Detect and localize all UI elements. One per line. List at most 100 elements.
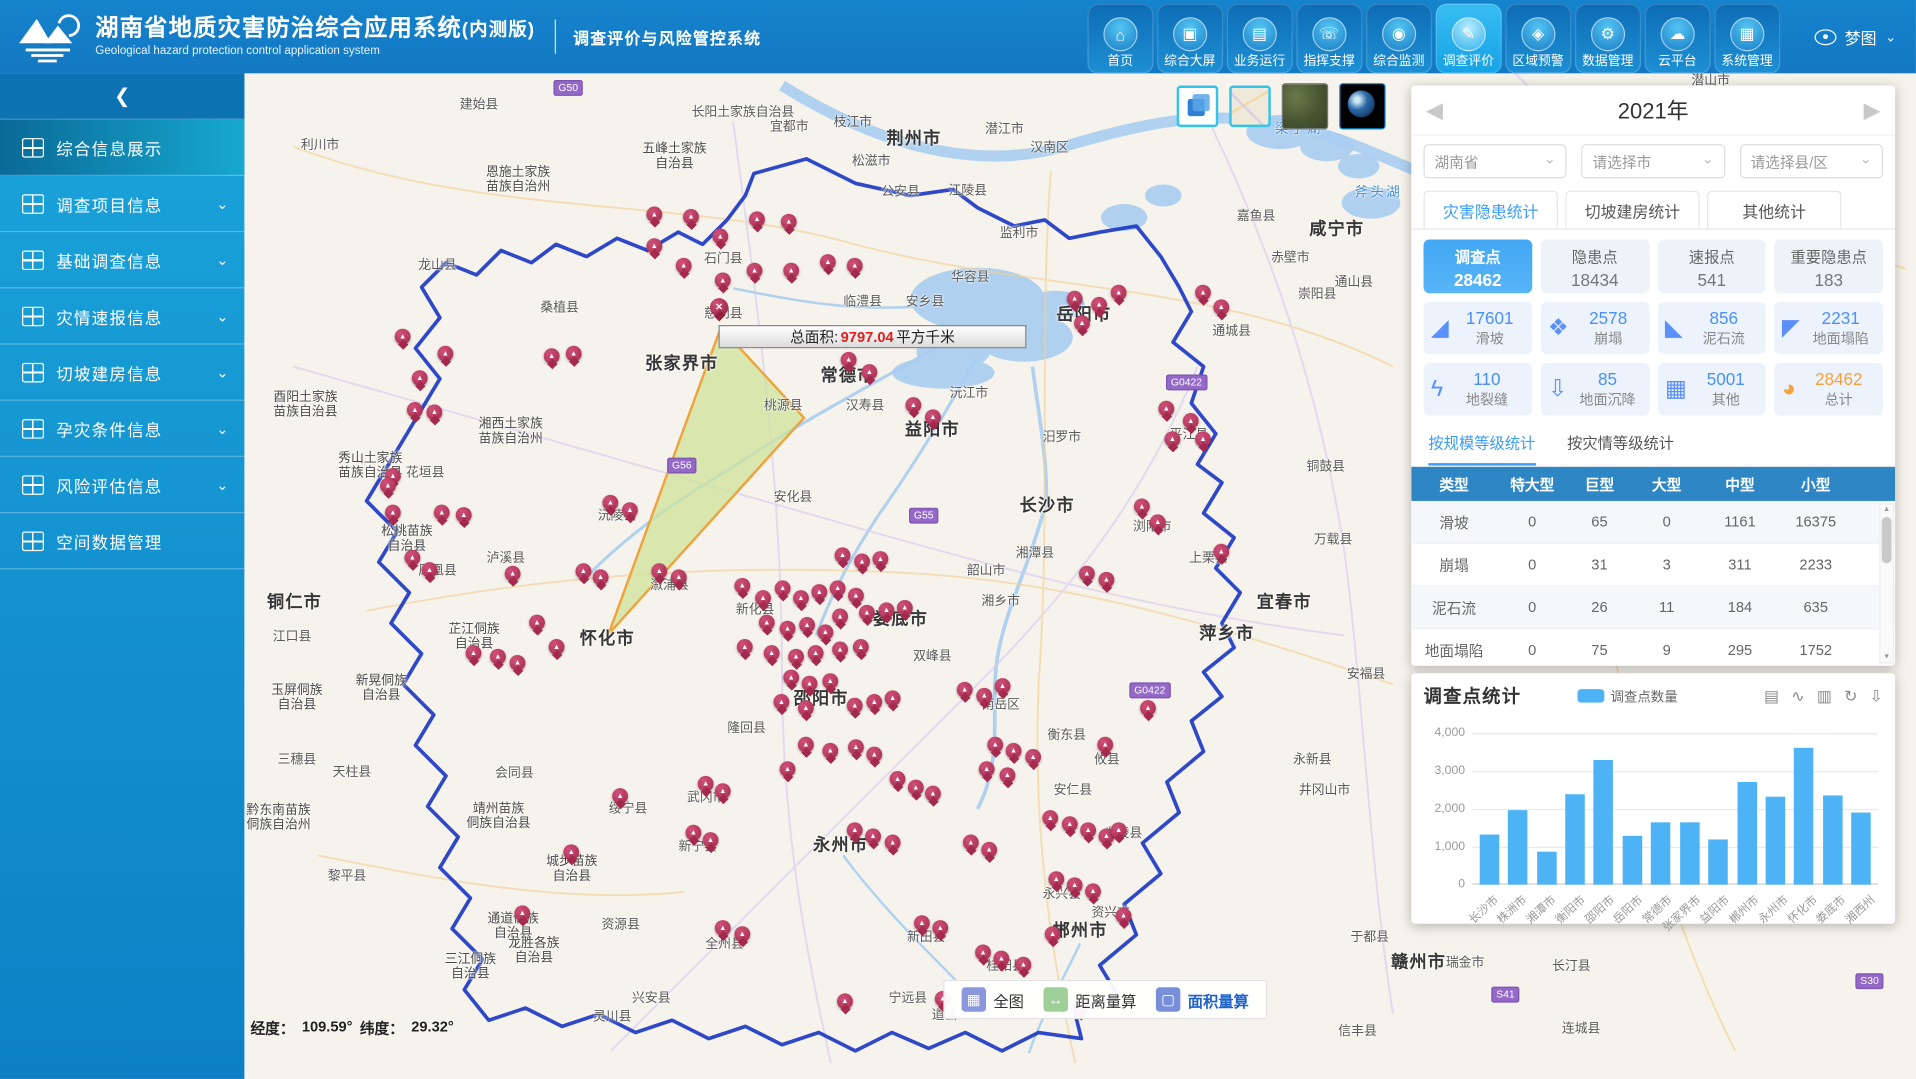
hazard-pin[interactable]: ▲ xyxy=(510,655,526,671)
bar-岳阳市[interactable] xyxy=(1622,836,1642,885)
bar-益阳市[interactable] xyxy=(1708,840,1728,885)
hazard-pin[interactable]: ▲ xyxy=(932,920,948,936)
hazard-pin[interactable]: ▲ xyxy=(885,835,901,851)
hazard-pin[interactable]: ▲ xyxy=(1097,737,1113,753)
hazard-pin[interactable]: ▲ xyxy=(1158,401,1174,417)
sidebar-collapse-button[interactable]: ❮ xyxy=(0,73,244,119)
bar-娄底市[interactable] xyxy=(1823,795,1843,885)
hazard-pin[interactable]: ▲ xyxy=(885,690,901,706)
hazard-pin[interactable]: ▲ xyxy=(865,828,881,844)
hazard-pin[interactable]: ▲ xyxy=(995,678,1011,694)
hazard-pin[interactable]: ▲ xyxy=(529,615,545,631)
download-icon[interactable]: ⇩ xyxy=(1870,686,1883,706)
bar-湘西州[interactable] xyxy=(1851,812,1871,884)
bar-湘潭市[interactable] xyxy=(1537,852,1557,885)
hazard-pin[interactable]: ▲ xyxy=(1213,544,1229,560)
hazard-pin[interactable]: ▲ xyxy=(1140,700,1156,716)
hazard-pin[interactable]: ▲ xyxy=(456,507,472,523)
hazard-pin[interactable]: ▲ xyxy=(1150,514,1166,530)
hazard-pin[interactable]: ▲ xyxy=(749,211,765,227)
hazard-pin[interactable]: ▲ xyxy=(783,670,799,686)
nav-item-home[interactable]: ⌂首页 xyxy=(1087,4,1153,74)
hazard-pin[interactable]: ▲ xyxy=(773,694,789,710)
sub-tab-0[interactable]: 按规模等级统计 xyxy=(1428,430,1535,465)
hazard-pin[interactable]: ▲ xyxy=(385,505,401,521)
stat-card-3[interactable]: 重要隐患点183 xyxy=(1775,239,1883,293)
hazard-pin[interactable]: ▲ xyxy=(602,495,618,511)
hazard-pin[interactable]: ▲ xyxy=(841,352,857,368)
hazard-pin[interactable]: ▲ xyxy=(1067,291,1083,307)
hazard-pin[interactable]: ▲ xyxy=(1195,285,1211,301)
hazard-pin[interactable]: ▲ xyxy=(1080,822,1096,838)
hazard-pin[interactable]: ▲ xyxy=(395,329,411,345)
table-row[interactable]: 崩塌03133112233 xyxy=(1411,544,1895,587)
hazard-pin[interactable]: ▲ xyxy=(651,563,667,579)
hazard-pin[interactable]: ▲ xyxy=(612,788,628,804)
hazard-pin[interactable]: ▲ xyxy=(622,502,638,518)
map-tool-distance[interactable]: ↔距离量算 xyxy=(1044,987,1137,1011)
prev-year-button[interactable]: ◀ xyxy=(1426,97,1443,123)
sidebar-item-7[interactable]: 空间数据管理 xyxy=(0,513,244,569)
hazard-pin[interactable]: ▲ xyxy=(993,951,1009,967)
hazard-pin[interactable]: ▲ xyxy=(975,945,991,961)
hazard-pin[interactable]: ▲ xyxy=(1074,315,1090,331)
sidebar-item-6[interactable]: 风险评估信息⌄ xyxy=(0,457,244,513)
nav-item-system[interactable]: ▦系统管理 xyxy=(1714,4,1780,74)
nav-item-screen[interactable]: ▣综合大屏 xyxy=(1157,4,1223,74)
hazard-pin[interactable]: ▲ xyxy=(897,600,913,616)
nav-item-command[interactable]: ☏指挥支撑 xyxy=(1296,4,1362,74)
sub-tab-1[interactable]: 按灾情等级统计 xyxy=(1567,430,1674,465)
line-chart-icon[interactable]: ∿ xyxy=(1791,686,1804,706)
hazard-pin[interactable]: ▲ xyxy=(1164,431,1180,447)
table-scrollbar[interactable]: ▲ ▼ xyxy=(1879,503,1894,663)
hazard-pin[interactable]: ▲ xyxy=(466,645,482,661)
hazard-pin[interactable]: ▲ xyxy=(1085,883,1101,899)
hazard-pin[interactable]: ▲ xyxy=(832,609,848,625)
hazard-pin[interactable]: ▲ xyxy=(925,786,941,802)
hazard-pin[interactable]: ▲ xyxy=(683,209,699,225)
map-tool-full[interactable]: ▦全图 xyxy=(962,987,1024,1011)
sidebar-item-1[interactable]: 调查项目信息⌄ xyxy=(0,176,244,232)
hazard-pin[interactable]: ▲ xyxy=(817,624,833,640)
stat-card-2[interactable]: 速报点541 xyxy=(1658,239,1766,293)
sidebar-item-5[interactable]: 孕灾条件信息⌄ xyxy=(0,401,244,457)
hazard-pin[interactable]: ▲ xyxy=(847,258,863,274)
hazard-pin[interactable]: ▲ xyxy=(822,673,838,689)
hazard-pin[interactable]: ▲ xyxy=(811,584,827,600)
hazard-pin[interactable]: ▲ xyxy=(646,238,662,254)
hazard-pin[interactable]: ▲ xyxy=(914,915,930,931)
hazard-pin[interactable]: ▲ xyxy=(544,348,560,364)
tab-0[interactable]: 灾害隐患统计 xyxy=(1424,191,1558,229)
hazard-pin[interactable]: ▲ xyxy=(514,905,530,921)
hazard-pin[interactable]: ▲ xyxy=(835,547,851,563)
hazard-pin[interactable]: ▲ xyxy=(1067,877,1083,893)
hazard-pin[interactable]: ▲ xyxy=(798,700,814,716)
hazard-pin[interactable]: ▲ xyxy=(593,569,609,585)
hazard-pin[interactable]: ▲ xyxy=(976,688,992,704)
nav-item-data[interactable]: ⚙数据管理 xyxy=(1575,4,1641,74)
hazard-pin[interactable]: ▲ xyxy=(1079,566,1095,582)
bar-长沙市[interactable] xyxy=(1479,834,1499,884)
hazard-pin[interactable]: ▲ xyxy=(412,370,428,386)
hazard-pin[interactable]: ▲ xyxy=(957,682,973,698)
hazard-pin[interactable]: ▲ xyxy=(890,771,906,787)
sidebar-item-3[interactable]: 灾情速报信息⌄ xyxy=(0,288,244,344)
hazard-pin[interactable]: ▲ xyxy=(566,346,582,362)
sidebar-item-4[interactable]: 切坡建房信息⌄ xyxy=(0,345,244,401)
hazard-pin[interactable]: ▲ xyxy=(646,207,662,223)
next-year-button[interactable]: ▶ xyxy=(1864,97,1881,123)
nav-item-monitor[interactable]: ◉综合监测 xyxy=(1366,4,1432,74)
hazard-pin[interactable]: ▲ xyxy=(879,602,895,618)
hazard-pin[interactable]: ▲ xyxy=(1062,816,1078,832)
hazard-pin[interactable]: ▲ xyxy=(859,605,875,621)
hazard-pin[interactable]: ▲ xyxy=(734,578,750,594)
hazard-pin[interactable]: ▲ xyxy=(1213,299,1229,315)
hazard-pin[interactable]: ▲ xyxy=(1048,871,1064,887)
region-select-province[interactable]: 湖南省⌄ xyxy=(1424,144,1567,178)
hazard-pin[interactable]: ▲ xyxy=(925,409,941,425)
user-menu[interactable]: 梦图 ⌄ xyxy=(1814,25,1896,48)
sidebar-item-2[interactable]: 基础调查信息⌄ xyxy=(0,232,244,288)
hazard-pin[interactable]: ▲ xyxy=(764,645,780,661)
hazard-pin[interactable]: ▲ xyxy=(685,825,701,841)
hazard-pin[interactable]: ▲ xyxy=(775,580,791,596)
